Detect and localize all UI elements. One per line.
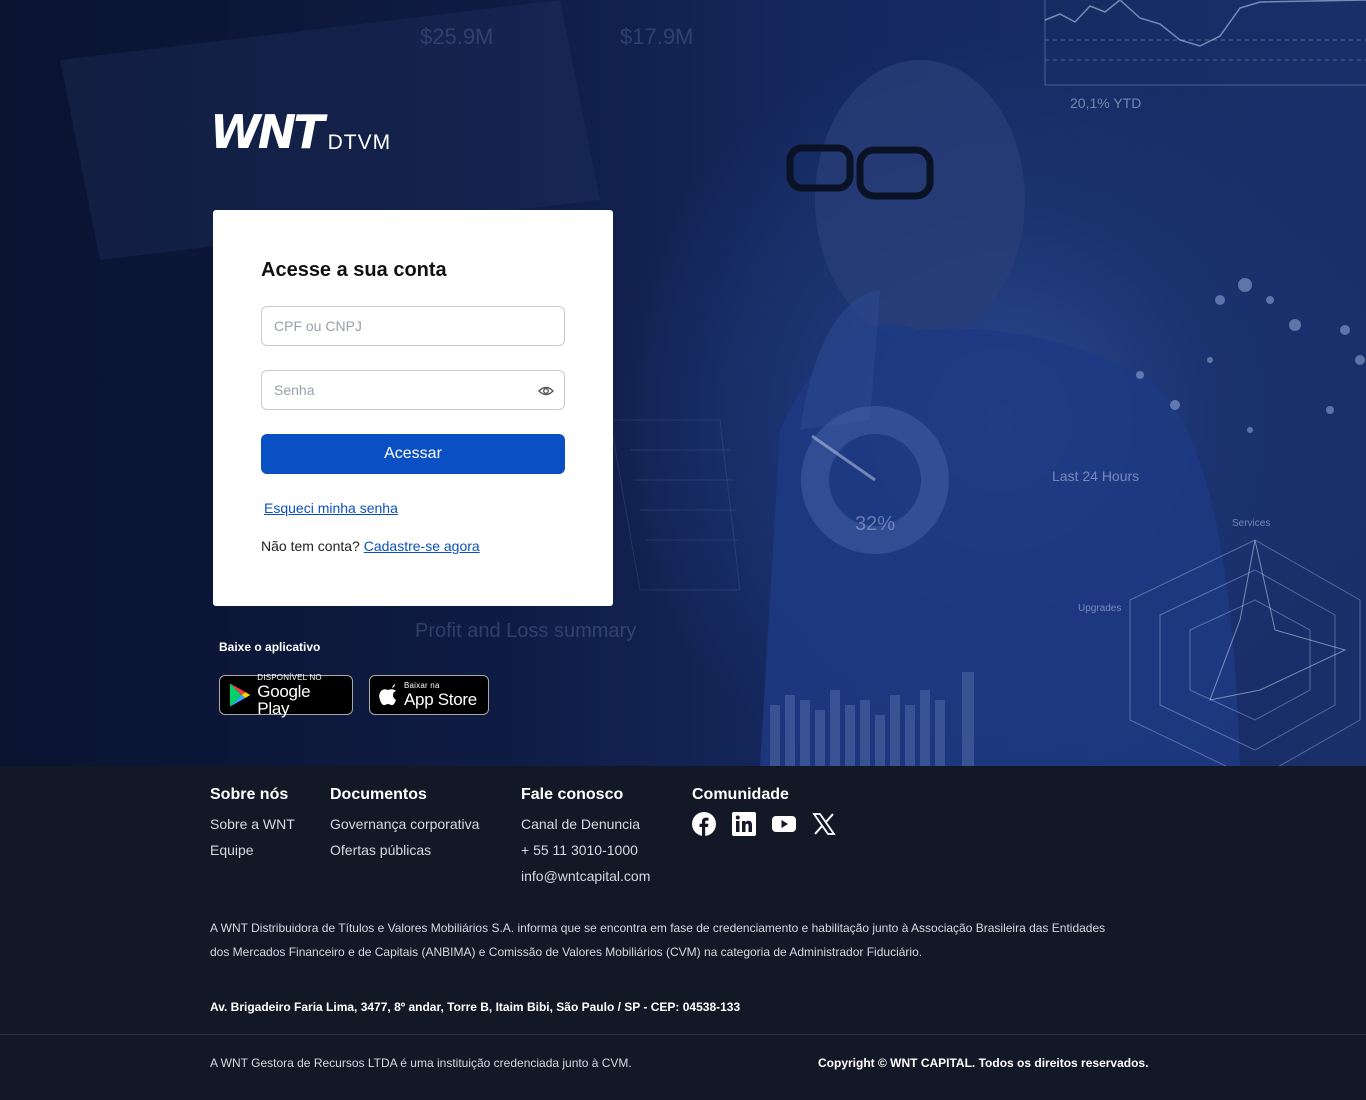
- google-play-button[interactable]: DISPONÍVEL NO Google Play: [219, 672, 353, 718]
- footer-col-title: Documentos: [330, 786, 427, 803]
- hero-ghost-text: Profit and Loss summary: [415, 620, 637, 642]
- social-links: [692, 812, 836, 836]
- footer-link-about-wnt[interactable]: Sobre a WNT: [210, 811, 295, 837]
- company-address: Av. Brigadeiro Faria Lima, 3477, 8º anda…: [210, 1000, 741, 1014]
- signup-prompt: Não tem conta? Cadastre-se agora: [261, 538, 480, 554]
- google-play-small-text: DISPONÍVEL NO: [257, 672, 322, 682]
- login-card: Acesse a sua conta Acessar Esqueci minha…: [213, 210, 613, 606]
- document-field[interactable]: [261, 306, 565, 346]
- hero-ghost-text: Services: [1232, 518, 1271, 529]
- app-store-small-text: Baixar na: [404, 681, 440, 690]
- footer-col-title: Sobre nós: [210, 786, 289, 803]
- google-play-icon: [229, 683, 251, 707]
- google-play-big-text: Google Play: [257, 681, 311, 718]
- footer-link-public-offers[interactable]: Ofertas públicas: [330, 837, 479, 863]
- password-input[interactable]: [274, 382, 552, 398]
- footer-link-email[interactable]: info@wntcapital.com: [521, 863, 650, 889]
- hero-ghost-text: Last 24 Hours: [1052, 468, 1140, 484]
- linkedin-icon[interactable]: [732, 812, 756, 836]
- footer-col-about: Sobre nós Sobre a WNT Equipe: [210, 786, 295, 863]
- app-download-label: Baixe o aplicativo: [219, 640, 321, 654]
- footer-link-governance[interactable]: Governança corporativa: [330, 811, 479, 837]
- footer-link-whistleblower[interactable]: Canal de Denuncia: [521, 811, 650, 837]
- footer-col-contact: Fale conosco Canal de Denuncia + 55 11 3…: [521, 786, 650, 889]
- app-store-button[interactable]: Baixar na App Store: [369, 675, 489, 715]
- site-footer: Sobre nós Sobre a WNT Equipe Documentos …: [0, 766, 1366, 1100]
- forgot-password-link[interactable]: Esqueci minha senha: [264, 500, 398, 516]
- signup-link[interactable]: Cadastre-se agora: [364, 538, 480, 554]
- hero-ghost-text: 20,1% YTD: [1070, 95, 1142, 111]
- no-account-text: Não tem conta?: [261, 538, 360, 554]
- hero-ghost-text: $25.9M: [420, 24, 494, 49]
- footer-link-team[interactable]: Equipe: [210, 837, 295, 863]
- footer-col-documents: Documentos Governança corporativa Oferta…: [330, 786, 479, 863]
- hero-ghost-text: 32%: [855, 513, 896, 535]
- x-icon[interactable]: [812, 812, 836, 836]
- hero-ghost-text: Upgrades: [1078, 603, 1122, 614]
- apple-icon: [379, 684, 396, 706]
- youtube-icon[interactable]: [772, 812, 796, 836]
- footer-col-community: Comunidade: [692, 786, 836, 836]
- app-store-big-text: App Store: [404, 690, 477, 709]
- footer-col-title: Comunidade: [692, 786, 789, 803]
- login-submit-button[interactable]: Acessar: [261, 434, 565, 474]
- hero-ghost-text: $17.9M: [620, 24, 694, 49]
- facebook-icon[interactable]: [692, 812, 716, 836]
- hero-decoration: [60, 0, 1366, 766]
- legal-notice: A WNT Gestora de Recursos LTDA é uma ins…: [210, 1056, 632, 1070]
- footer-col-title: Fale conosco: [521, 786, 624, 803]
- copyright-notice: Copyright © WNT CAPITAL. Todos os direit…: [818, 1056, 1149, 1070]
- hero-background: $25.9M $17.9M 20,1% YTD Last 24 Hours 32…: [0, 0, 1366, 766]
- brand-subtitle: DTVM: [327, 131, 392, 154]
- regulatory-disclaimer: A WNT Distribuidora de Títulos e Valores…: [210, 921, 1106, 959]
- brand-mark: WNT: [210, 105, 325, 159]
- login-title: Acesse a sua conta: [261, 259, 447, 281]
- password-field[interactable]: [261, 370, 565, 410]
- footer-link-phone[interactable]: + 55 11 3010-1000: [521, 837, 650, 863]
- footer-divider: [0, 1034, 1366, 1035]
- brand-logo[interactable]: WNT DTVM: [210, 105, 392, 159]
- eye-icon[interactable]: [538, 383, 554, 399]
- document-input[interactable]: [274, 318, 552, 334]
